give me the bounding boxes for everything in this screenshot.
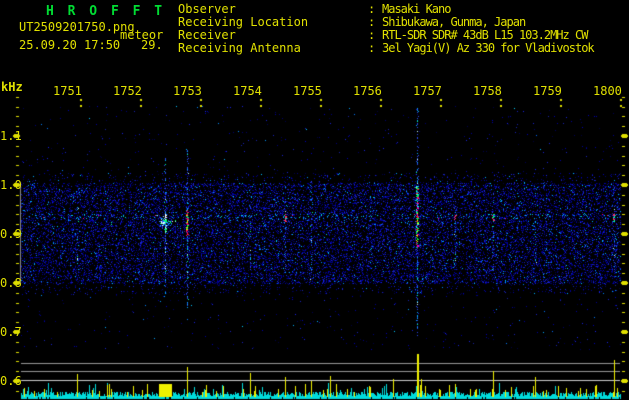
- output-filename: UT2509201750.png: [19, 20, 135, 34]
- freq-label-0.6: 0.6: [0, 374, 22, 388]
- freq-unit-label: kHz: [1, 80, 23, 94]
- time-label-1758: 1758: [473, 84, 502, 98]
- time-label-1759: 1759: [533, 84, 562, 98]
- info-value: 3el Yagi(V) Az 330 for Vladivostok: [382, 41, 595, 55]
- freq-label-0.9: 0.9: [0, 227, 22, 241]
- datetime-label: 25.09.20 17:50: [19, 38, 121, 52]
- echo-count: 29.: [141, 38, 163, 52]
- info-separator: :: [368, 41, 376, 55]
- freq-label-0.8: 0.8: [0, 276, 22, 290]
- time-label-1800: 1800: [593, 84, 622, 98]
- freq-label-1.0: 1.0: [0, 178, 22, 192]
- app-title: H R O F F T: [46, 4, 166, 19]
- time-label-1752: 1752: [113, 84, 142, 98]
- time-label-1757: 1757: [413, 84, 442, 98]
- time-label-1755: 1755: [293, 84, 322, 98]
- info-label: Receiving Antenna: [178, 41, 301, 55]
- hrofft-window: H R O F F T UT2509201750.png meteor 25.0…: [0, 0, 629, 400]
- freq-label-1.1: 1.1: [0, 129, 22, 143]
- info-row-receiving-antenna: Receiving Antenna:3el Yagi(V) Az 330 for…: [178, 42, 629, 55]
- freq-label-0.7: 0.7: [0, 325, 22, 339]
- spectrogram-canvas: [0, 0, 629, 400]
- station-info: Observer: Masaki Kano Receiving Location: S…: [178, 3, 629, 55]
- time-label-1754: 1754: [233, 84, 262, 98]
- time-label-1753: 1753: [173, 84, 202, 98]
- time-label-1756: 1756: [353, 84, 382, 98]
- time-label-1751: 1751: [53, 84, 82, 98]
